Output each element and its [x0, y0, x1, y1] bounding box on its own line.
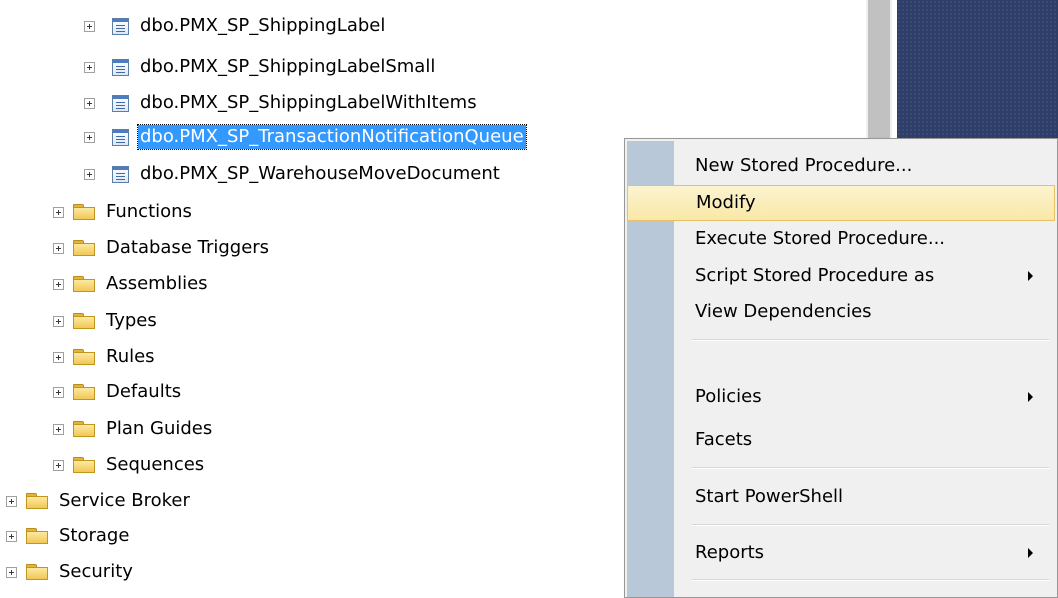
folder-icon [73, 313, 95, 329]
plus-expander-icon[interactable] [53, 423, 64, 435]
menu-item-label: Start PowerShell [695, 486, 844, 507]
tree-node-label[interactable]: Defaults [104, 380, 183, 404]
menu-item-view-dependencies[interactable]: View Dependencies [627, 294, 1055, 330]
tree-node-stored-procedure[interactable]: dbo.PMX_SP_ShippingLabelSmall [84, 52, 437, 82]
tree-node-stored-procedure[interactable]: dbo.PMX_SP_WarehouseMoveDocument [84, 159, 502, 189]
plus-expander-icon[interactable] [84, 168, 95, 180]
plus-expander-icon[interactable] [6, 530, 17, 542]
menu-item-new-stored-procedure[interactable]: New Stored Procedure... [627, 148, 1055, 184]
menu-item-reports[interactable]: Reports [627, 535, 1055, 571]
tree-node-label[interactable]: Rules [104, 345, 157, 369]
tree-node-stored-procedure-selected[interactable]: dbo.PMX_SP_TransactionNotificationQueue [84, 122, 527, 152]
folder-icon [73, 457, 95, 473]
plus-expander-icon[interactable] [84, 20, 95, 32]
menu-item-label: New Stored Procedure... [695, 155, 913, 176]
plus-expander-icon[interactable] [53, 242, 64, 254]
menu-separator [692, 579, 1049, 581]
tree-node-label[interactable]: Sequences [104, 453, 206, 477]
stored-procedure-icon [112, 165, 129, 183]
scrollbar-thumb[interactable] [868, 0, 890, 160]
tree-node-folder[interactable]: Service Broker [6, 486, 192, 516]
folder-icon [73, 349, 95, 365]
tree-node-label[interactable]: Storage [57, 524, 131, 548]
menu-item-label: View Dependencies [695, 301, 872, 322]
plus-expander-icon[interactable] [53, 315, 64, 327]
plus-expander-icon[interactable] [6, 495, 17, 507]
submenu-arrow-icon [1028, 548, 1033, 558]
tree-node-label[interactable]: Types [104, 309, 159, 333]
menu-separator [692, 339, 1049, 341]
submenu-arrow-icon [1028, 271, 1033, 281]
menu-item-label: Reports [695, 542, 765, 563]
tree-node-label-selected[interactable]: dbo.PMX_SP_TransactionNotificationQueue [137, 124, 527, 150]
folder-icon [73, 276, 95, 292]
menu-separator [692, 467, 1049, 469]
menu-item-label: Script Stored Procedure as [695, 265, 935, 286]
menu-item-label: Facets [695, 429, 753, 450]
folder-icon [73, 421, 95, 437]
menu-separator [692, 524, 1049, 526]
tree-node-label[interactable]: Security [57, 560, 135, 584]
stored-procedure-icon [112, 94, 129, 112]
tree-node-folder[interactable]: Assemblies [53, 269, 210, 299]
tree-node-folder[interactable]: Functions [53, 197, 194, 227]
stored-procedure-icon [112, 128, 129, 146]
folder-icon [26, 528, 48, 544]
plus-expander-icon[interactable] [6, 566, 17, 578]
plus-expander-icon[interactable] [84, 61, 95, 73]
menu-item-label: Policies [695, 386, 762, 407]
menu-item-execute-stored-procedure[interactable]: Execute Stored Procedure... [627, 221, 1055, 257]
tree-node-label[interactable]: Functions [104, 200, 194, 224]
tree-node-label[interactable]: Plan Guides [104, 417, 214, 441]
plus-expander-icon[interactable] [53, 278, 64, 290]
tree-node-folder[interactable]: Rules [53, 342, 157, 372]
tree-node-folder[interactable]: Defaults [53, 377, 183, 407]
plus-expander-icon[interactable] [53, 459, 64, 471]
plus-expander-icon[interactable] [84, 131, 95, 143]
plus-expander-icon[interactable] [53, 206, 64, 218]
tree-node-label[interactable]: dbo.PMX_SP_ShippingLabel [138, 14, 387, 38]
submenu-arrow-icon [1028, 392, 1033, 402]
menu-item-script-stored-procedure-as[interactable]: Script Stored Procedure as [627, 258, 1055, 294]
tree-node-folder[interactable]: Types [53, 306, 159, 336]
plus-expander-icon[interactable] [84, 97, 95, 109]
context-menu: New Stored Procedure... Modify Execute S… [624, 138, 1058, 598]
menu-item-facets[interactable]: Facets [627, 422, 1055, 458]
tree-node-folder[interactable]: Database Triggers [53, 233, 271, 263]
folder-icon [73, 240, 95, 256]
folder-icon [73, 204, 95, 220]
menu-item-label: Modify [696, 192, 756, 213]
folder-icon [26, 564, 48, 580]
tree-node-stored-procedure[interactable]: dbo.PMX_SP_ShippingLabelWithItems [84, 88, 479, 118]
tree-node-label[interactable]: Database Triggers [104, 236, 271, 260]
stored-procedure-icon [112, 58, 129, 76]
tree-node-label[interactable]: Assemblies [104, 272, 210, 296]
tree-node-stored-procedure[interactable]: dbo.PMX_SP_ShippingLabel [84, 11, 387, 41]
tree-node-folder[interactable]: Storage [6, 521, 131, 551]
plus-expander-icon[interactable] [53, 351, 64, 363]
tree-node-folder[interactable]: Sequences [53, 450, 206, 480]
tree-node-label[interactable]: dbo.PMX_SP_WarehouseMoveDocument [138, 162, 502, 186]
tree-node-folder[interactable]: Plan Guides [53, 414, 214, 444]
tree-node-label[interactable]: dbo.PMX_SP_ShippingLabelWithItems [138, 91, 479, 115]
tree-node-label[interactable]: dbo.PMX_SP_ShippingLabelSmall [138, 55, 437, 79]
menu-item-start-powershell[interactable]: Start PowerShell [627, 479, 1055, 515]
folder-icon [26, 493, 48, 509]
menu-item-policies[interactable]: Policies [627, 379, 1055, 415]
menu-item-label: Execute Stored Procedure... [695, 228, 946, 249]
tree-node-label[interactable]: Service Broker [57, 489, 192, 513]
folder-icon [73, 384, 95, 400]
plus-expander-icon[interactable] [53, 386, 64, 398]
stored-procedure-icon [112, 17, 129, 35]
menu-item-modify[interactable]: Modify [627, 185, 1055, 221]
